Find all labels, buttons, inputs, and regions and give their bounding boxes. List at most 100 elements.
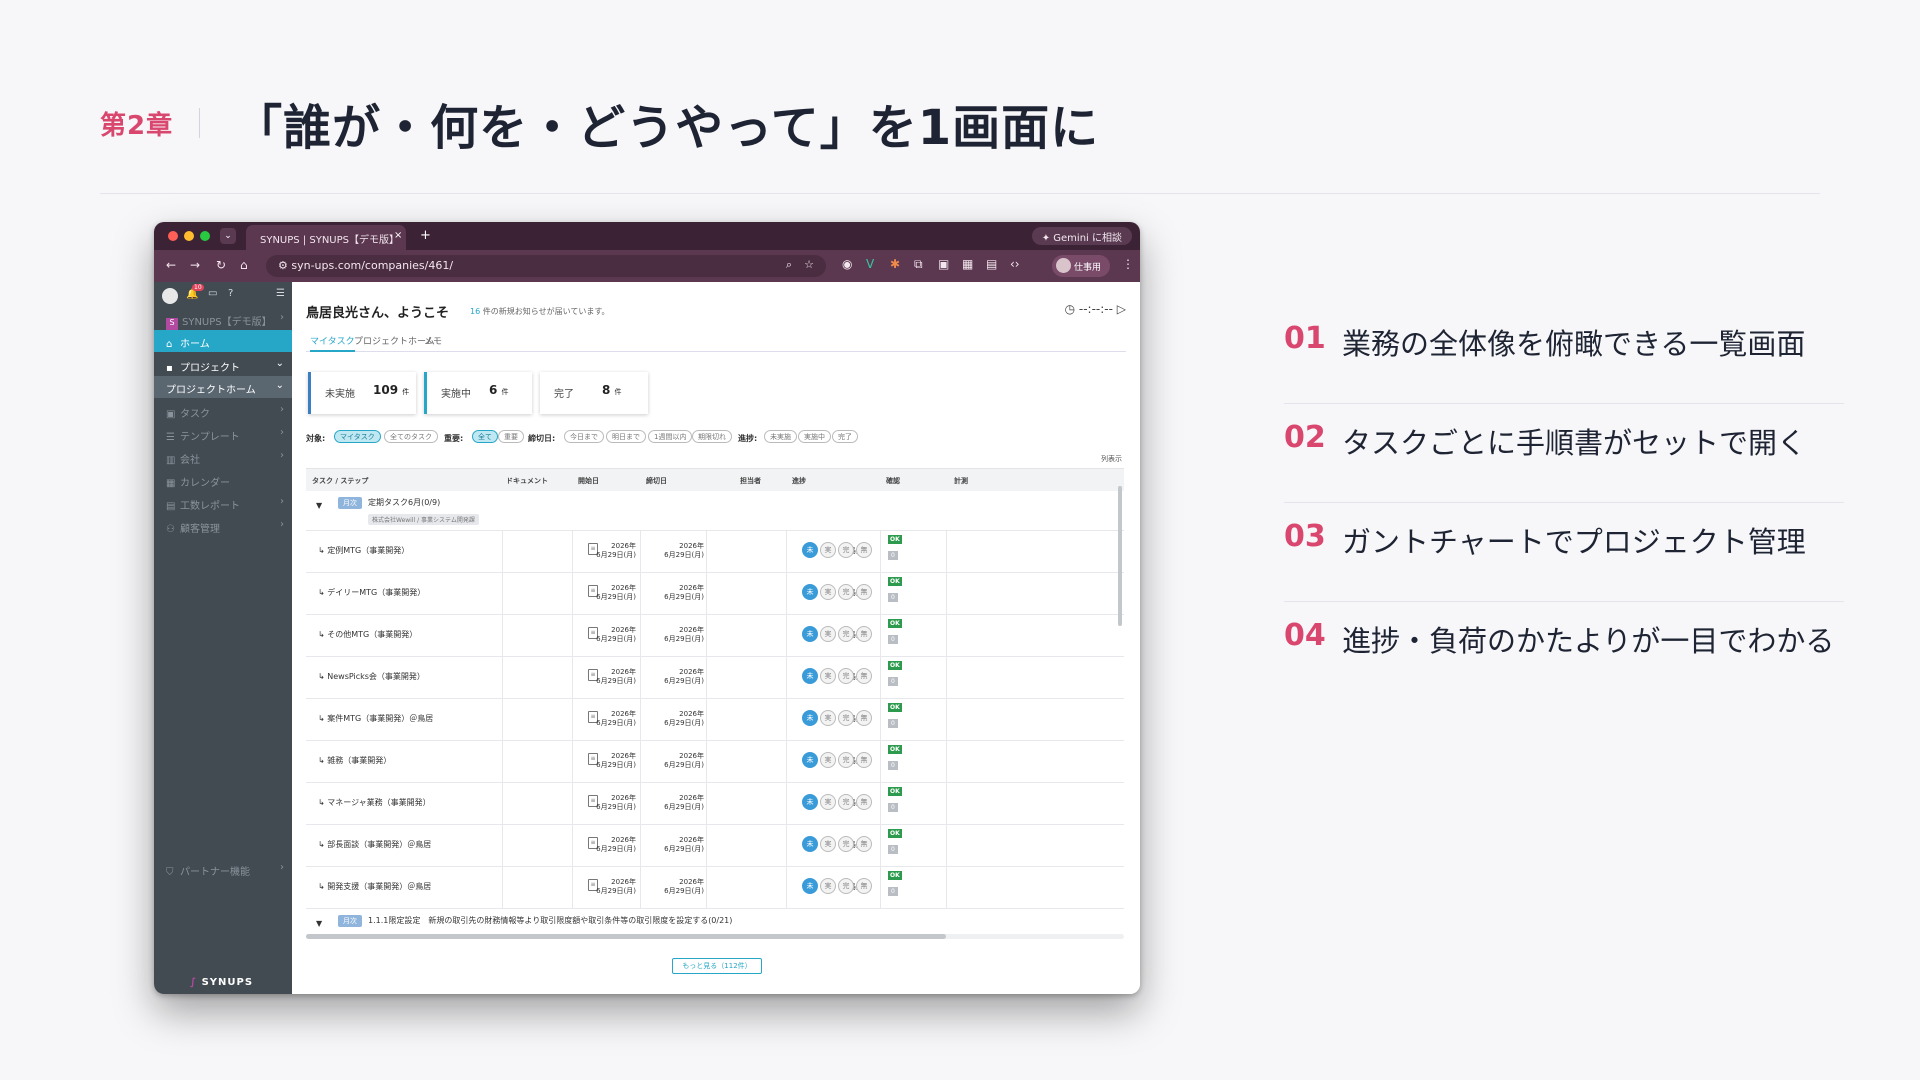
progress-status-button[interactable]: 未 (802, 626, 818, 642)
extension-shield-icon[interactable]: ◉ (842, 257, 852, 271)
new-tab-icon[interactable]: + (420, 228, 431, 243)
workspace-switcher[interactable]: S SYNUPS【デモ版】 › (154, 308, 292, 330)
progress-status-button[interactable]: 実 (820, 794, 836, 810)
horizontal-scrollbar[interactable] (306, 934, 1124, 939)
ok-badge[interactable]: OK (888, 619, 902, 628)
hamburger-icon[interactable]: ☰ (276, 288, 285, 299)
sidebar-item-partner[interactable]: ⛉ パートナー機能 › (154, 858, 292, 880)
task-name[interactable]: ↳ NewsPicks会（事業開発） (318, 671, 425, 682)
ok-badge[interactable]: OK (888, 661, 902, 670)
extension-star-icon[interactable]: ✱ (890, 257, 900, 271)
task-name[interactable]: ↳ マネージャ業務（事業開発） (318, 797, 431, 808)
progress-status-button[interactable]: 完 (838, 794, 854, 810)
table-row[interactable]: ↳ NewsPicks会（事業開発） ≡ 2026年 6月29日(月) 2026年 6月2… (306, 657, 1124, 699)
ok-badge[interactable]: OK (888, 871, 902, 880)
progress-status-button[interactable]: 実 (820, 878, 836, 894)
column-header-due[interactable]: 締切日 (646, 476, 667, 486)
extension-v-icon[interactable]: V (866, 257, 874, 271)
progress-status-button[interactable]: 完 (838, 668, 854, 684)
progress-status-button[interactable]: 未 (802, 878, 818, 894)
group-title[interactable]: 定期タスク6月(0/9) (368, 497, 440, 508)
filter-all-tasks[interactable]: 全てのタスク (384, 430, 438, 443)
ok-badge[interactable]: OK (888, 829, 902, 838)
close-tab-icon[interactable]: × (394, 230, 402, 241)
filter-due-week[interactable]: 1週間以内 (648, 430, 693, 443)
sidebar-item-company[interactable]: ▥ 会社 › (154, 446, 292, 468)
zoom-icon[interactable]: ⌕ (786, 258, 792, 272)
chevron-down-icon[interactable]: ▼ (316, 501, 322, 510)
notification-text[interactable]: 16 件の新規お知らせが届いています。 (470, 306, 610, 317)
task-name[interactable]: ↳ その他MTG（事業開発） (318, 629, 417, 640)
task-name[interactable]: ↳ 定例MTG（事業開発） (318, 545, 409, 556)
column-toggle-button[interactable]: 列表示 (1101, 454, 1122, 464)
table-row[interactable]: ↳ 部長面談（事業開発）＠鳥居 ≡ 2026年 6月29日(月) 2026年 6月29日(… (306, 825, 1124, 867)
filter-progress-todo[interactable]: 未実施 (764, 430, 797, 443)
filter-priority-important[interactable]: 重要 (498, 430, 524, 443)
progress-status-button[interactable]: 完 (838, 752, 854, 768)
show-more-button[interactable]: もっと見る（112件） (672, 958, 762, 974)
vertical-scrollbar[interactable] (1118, 486, 1122, 626)
column-header-task[interactable]: タスク / ステップ (312, 476, 368, 486)
profile-button[interactable]: 仕事用 (1052, 255, 1110, 277)
sidebar-item-project-home[interactable]: プロジェクトホーム ⌄ (154, 376, 292, 398)
progress-status-button[interactable]: 未 (802, 668, 818, 684)
reload-icon[interactable]: ↻ (216, 258, 226, 272)
sidebar-item-calendar[interactable]: ▦ カレンダー (154, 469, 292, 491)
tab-memo[interactable]: メモ (424, 334, 442, 347)
reader-icon[interactable]: ▤ (986, 257, 997, 271)
progress-status-button[interactable]: 完 (838, 584, 854, 600)
gemini-button[interactable]: ✦ Gemini に相談 (1031, 227, 1132, 245)
filter-due-tomorrow[interactable]: 明日まで (606, 430, 646, 443)
bookmark-star-icon[interactable]: ☆ (804, 258, 814, 271)
filter-my-tasks[interactable]: マイタスク (334, 430, 381, 443)
sidebar-item-task[interactable]: ▣ タスク › (154, 400, 292, 422)
sidebar-item-report[interactable]: ▤ 工数レポート › (154, 492, 292, 514)
task-name[interactable]: ↳ 開発支援（事業開発）＠鳥居 (318, 881, 431, 892)
progress-status-button[interactable]: 無 (856, 836, 872, 852)
progress-status-button[interactable]: 完 (838, 878, 854, 894)
progress-status-button[interactable]: 無 (856, 878, 872, 894)
filter-priority-all[interactable]: 全て (472, 430, 498, 443)
table-row[interactable]: ↳ その他MTG（事業開発） ≡ 2026年 6月29日(月) 2026年 6月29日(月… (306, 615, 1124, 657)
task-group[interactable]: ▼ 月次 1.1.1限定設定 新規の取引先の財務情報等より取引限度額や取引条件等の取… (306, 909, 1124, 932)
progress-status-button[interactable]: 実 (820, 836, 836, 852)
close-window-dot[interactable] (168, 231, 178, 241)
user-avatar[interactable] (162, 288, 178, 304)
ok-badge[interactable]: OK (888, 787, 902, 796)
progress-status-button[interactable]: 無 (856, 794, 872, 810)
task-name[interactable]: ↳ 案件MTG（事業開発）＠鳥居 (318, 713, 433, 724)
help-icon[interactable]: ? (228, 288, 233, 299)
tab-project-home[interactable]: プロジェクトホーム (354, 334, 435, 347)
progress-status-button[interactable]: 未 (802, 710, 818, 726)
progress-status-button[interactable]: 無 (856, 668, 872, 684)
filter-due-overdue[interactable]: 期限切れ (692, 430, 732, 443)
progress-status-button[interactable]: 無 (856, 584, 872, 600)
progress-status-button[interactable]: 無 (856, 752, 872, 768)
devtools-icon[interactable]: ‹› (1010, 257, 1020, 271)
column-header-start[interactable]: 開始日 (578, 476, 599, 486)
forward-icon[interactable]: → (190, 258, 200, 272)
progress-status-button[interactable]: 実 (820, 668, 836, 684)
maximize-window-dot[interactable] (200, 231, 210, 241)
progress-status-button[interactable]: 未 (802, 584, 818, 600)
chat-icon[interactable]: ▭ (208, 288, 217, 299)
address-bar[interactable]: ⚙ syn-ups.com/companies/461/ ⌕ ☆ (266, 255, 826, 277)
progress-status-button[interactable]: 無 (856, 626, 872, 642)
sidebar-item-template[interactable]: ☰ テンプレート › (154, 423, 292, 445)
progress-status-button[interactable]: 完 (838, 836, 854, 852)
progress-status-button[interactable]: 未 (802, 794, 818, 810)
task-group[interactable]: ▼ 月次 定期タスク6月(0/9) 株式会社Wewill / 事業システム開発課 (306, 491, 1124, 531)
sidebar-item-customers[interactable]: ⚇ 顧客管理 › (154, 515, 292, 537)
tab-my-tasks[interactable]: マイタスク (310, 334, 355, 352)
home-icon[interactable]: ⌂ (240, 258, 248, 272)
filter-progress-doing[interactable]: 実施中 (798, 430, 831, 443)
task-name[interactable]: ↳ デイリーMTG（事業開発） (318, 587, 425, 598)
minimize-window-dot[interactable] (184, 231, 194, 241)
progress-status-button[interactable]: 無 (856, 710, 872, 726)
qr-icon[interactable]: ▦ (962, 257, 973, 271)
browser-tab[interactable]: SYNUPS | SYNUPS【デモ版】 (246, 225, 406, 250)
tab-list-icon[interactable]: ⌄ (220, 228, 236, 244)
table-row[interactable]: ↳ 雑務（事業開発）≡2026年6月29日(月)2026年6月29日(月)鳥居未… (306, 741, 1124, 783)
ok-badge[interactable]: OK (888, 703, 902, 712)
group-title[interactable]: 1.1.1限定設定 新規の取引先の財務情報等より取引限度額や取引条件等の取引限度… (368, 915, 732, 926)
